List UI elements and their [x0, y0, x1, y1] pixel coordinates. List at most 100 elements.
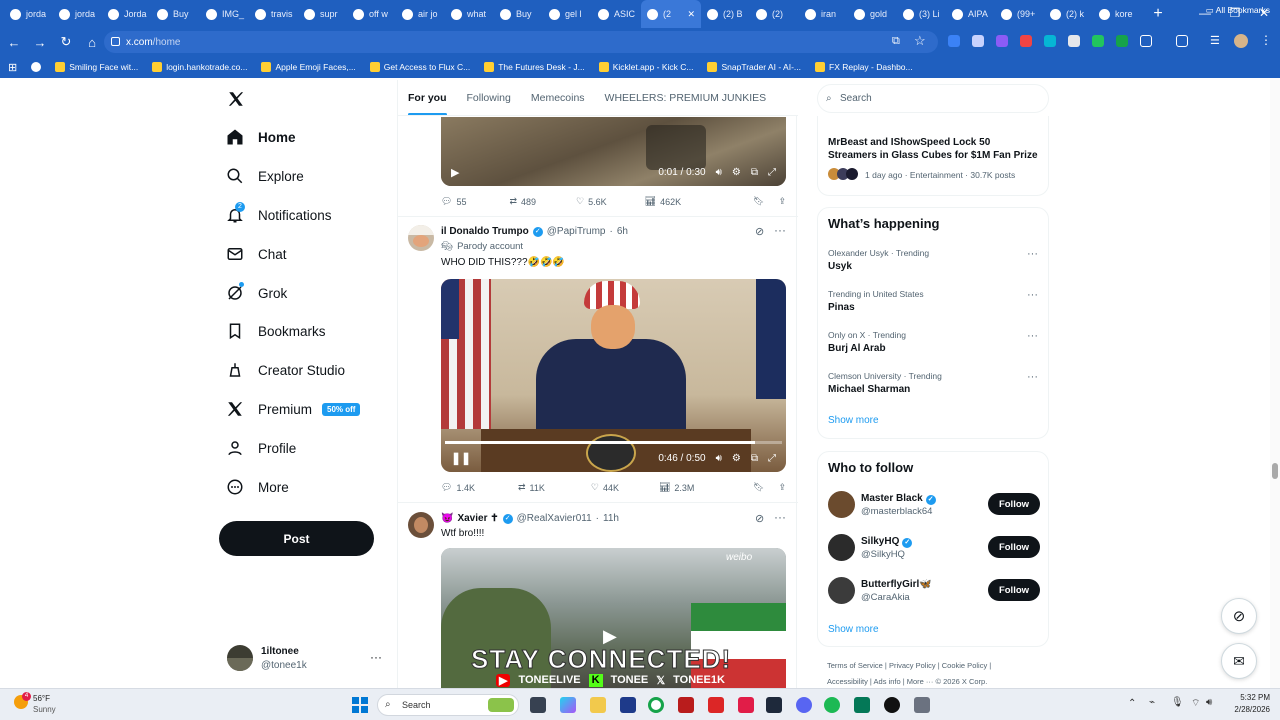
app-icon[interactable]: [708, 697, 724, 713]
tweet-more-icon[interactable]: ···: [774, 223, 786, 237]
play-icon[interactable]: ▶: [451, 166, 459, 179]
browser-tab[interactable]: iran: [799, 0, 848, 28]
repost-button[interactable]: ⇄ 11K: [518, 482, 545, 493]
browser-tab[interactable]: IMG_: [200, 0, 249, 28]
task-view-icon[interactable]: [530, 697, 546, 713]
address-bar[interactable]: x.com/home: [104, 31, 938, 53]
tweet-author-name[interactable]: il Donaldo Trumpo: [441, 226, 529, 237]
extension-icon[interactable]: [972, 35, 984, 47]
clock-time[interactable]: 5:32 PM: [1236, 693, 1270, 702]
account-avatar[interactable]: [227, 645, 253, 671]
acrobat-icon[interactable]: [678, 697, 694, 713]
tweet-author-avatar[interactable]: [408, 225, 434, 251]
windows-start-icon[interactable]: [352, 697, 368, 713]
tweet-author-avatar[interactable]: [408, 512, 434, 538]
timeline-tab[interactable]: WHEELERS: PREMIUM JUNKIES: [595, 80, 777, 115]
tweet-author-handle[interactable]: @RealXavier011: [517, 513, 592, 524]
microphone-icon[interactable]: 🎙︎: [1171, 697, 1184, 708]
bookmark-tweet-icon[interactable]: 🔖︎: [753, 196, 764, 207]
apps-grid-icon[interactable]: ⊞: [0, 61, 24, 74]
browser-tab[interactable]: Jorda: [102, 0, 151, 28]
browser-tab[interactable]: Buy: [494, 0, 543, 28]
new-tab-button[interactable]: +: [1148, 5, 1168, 23]
trend-item[interactable]: Only on X · Trending Burj Al Arab ···: [828, 330, 1040, 354]
browser-tab[interactable]: jorda: [4, 0, 53, 28]
suggestion-avatar[interactable]: [828, 491, 855, 518]
app-icon[interactable]: [914, 697, 930, 713]
timeline-tab[interactable]: Memecoins: [521, 80, 595, 115]
like-button[interactable]: ♡ 44K: [591, 482, 619, 493]
browser-tab[interactable]: travis: [249, 0, 298, 28]
browser-menu-icon[interactable]: ⋮: [1260, 33, 1272, 47]
x-logo-icon[interactable]: [227, 90, 245, 113]
tweet-author-name[interactable]: Xavier ✝: [457, 513, 498, 524]
nav-creator-studio[interactable]: Creator Studio: [226, 361, 345, 379]
nav-explore[interactable]: Explore: [226, 167, 304, 185]
browser-tab[interactable]: (2): [750, 0, 799, 28]
fullscreen-icon[interactable]: ⤢: [768, 167, 776, 178]
browser-tab[interactable]: air jo: [396, 0, 445, 28]
picture-in-picture-icon[interactable]: ⧉: [751, 453, 758, 464]
show-more-trends-link[interactable]: Show more: [828, 415, 879, 426]
nav-premium[interactable]: Premium 50% off: [226, 400, 361, 418]
chrome-taskbar-icon[interactable]: [648, 697, 664, 713]
follow-button[interactable]: Follow: [988, 536, 1040, 558]
nav-grok[interactable]: Grok: [226, 282, 287, 302]
forward-arrow-icon[interactable]: →: [28, 35, 52, 50]
grok-floating-button[interactable]: ⊘: [1221, 598, 1257, 634]
copilot-icon[interactable]: [560, 697, 576, 713]
extension-icon[interactable]: [1116, 35, 1128, 47]
bookmark-item[interactable]: Kicklet.app - Kick C...: [592, 62, 701, 72]
profile-avatar[interactable]: [1234, 34, 1248, 48]
share-icon[interactable]: ⇪: [778, 196, 786, 207]
extension-icon[interactable]: [1092, 35, 1104, 47]
like-button[interactable]: ♡ 5.6K: [576, 196, 607, 207]
site-info-icon[interactable]: [111, 37, 120, 46]
browser-tab[interactable]: off w: [347, 0, 396, 28]
bookmark-item[interactable]: The Futures Desk - J...: [477, 62, 591, 72]
browser-tab[interactable]: (3) Li: [897, 0, 946, 28]
extensions-puzzle-icon[interactable]: [1140, 35, 1152, 47]
bookmark-item[interactable]: FX Replay - Dashbo...: [808, 62, 920, 72]
clock-date[interactable]: 2/28/2026: [1226, 705, 1270, 714]
share-icon[interactable]: ⇪: [778, 482, 786, 493]
extension-icon[interactable]: [1068, 35, 1080, 47]
tweet-video-player[interactable]: ▶ 0:01 / 0:30 🔊︎ ⚙ ⧉ ⤢: [441, 117, 786, 186]
browser-tab[interactable]: (2 ✕: [641, 0, 701, 28]
all-bookmarks-link[interactable]: ▭ All Bookmarks: [1206, 5, 1270, 16]
bookmark-item[interactable]: login.hankotrade.co...: [145, 62, 254, 72]
pause-icon[interactable]: ❚❚: [451, 451, 471, 465]
bookmark-tweet-icon[interactable]: 🔖︎: [753, 482, 764, 493]
tabs-scroll-right-icon[interactable]: [778, 80, 798, 115]
volume-tray-icon[interactable]: 🔊︎: [1206, 697, 1212, 708]
home-browser-icon[interactable]: ⌂: [80, 35, 104, 50]
reply-button[interactable]: 💬︎ 1.4K: [441, 482, 475, 493]
app-icon[interactable]: [884, 697, 900, 713]
browser-tab[interactable]: supr: [298, 0, 347, 28]
views-button[interactable]: 📊︎ 2.3M: [659, 482, 694, 493]
extension-icon[interactable]: [948, 35, 960, 47]
post-button[interactable]: Post: [219, 521, 374, 556]
repost-button[interactable]: ⇄ 489: [509, 196, 536, 207]
footer-links-line2[interactable]: Accessibility | Ads info | More ··· © 20…: [827, 677, 987, 686]
browser-tab[interactable]: kore: [1093, 0, 1142, 28]
follow-button[interactable]: Follow: [988, 493, 1040, 515]
bookmark-item[interactable]: Smiling Face wit...: [48, 62, 145, 72]
follow-suggestion[interactable]: SilkyHQ ✓ @SilkyHQ Follow: [828, 531, 1040, 565]
bookmark-star-icon[interactable]: ☆: [914, 33, 926, 49]
tray-chevron-icon[interactable]: ⌃: [1128, 698, 1136, 709]
side-panel-icon[interactable]: [1176, 35, 1188, 47]
close-tab-icon[interactable]: ✕: [687, 9, 695, 20]
page-scrollbar[interactable]: [1270, 80, 1280, 688]
settings-gear-icon[interactable]: ⚙: [732, 453, 741, 464]
suggestion-avatar[interactable]: [828, 534, 855, 561]
show-more-follow-link[interactable]: Show more: [828, 624, 879, 635]
app-icon[interactable]: [738, 697, 754, 713]
chrome-icon[interactable]: [24, 62, 48, 72]
picture-in-picture-icon[interactable]: ⧉: [751, 167, 758, 178]
steam-icon[interactable]: [766, 697, 782, 713]
tweet-time[interactable]: 11h: [603, 513, 619, 524]
browser-tab[interactable]: Buy: [151, 0, 200, 28]
grok-tweet-icon[interactable]: ⊘: [755, 225, 764, 238]
network-icon[interactable]: ⌁: [1149, 697, 1155, 708]
